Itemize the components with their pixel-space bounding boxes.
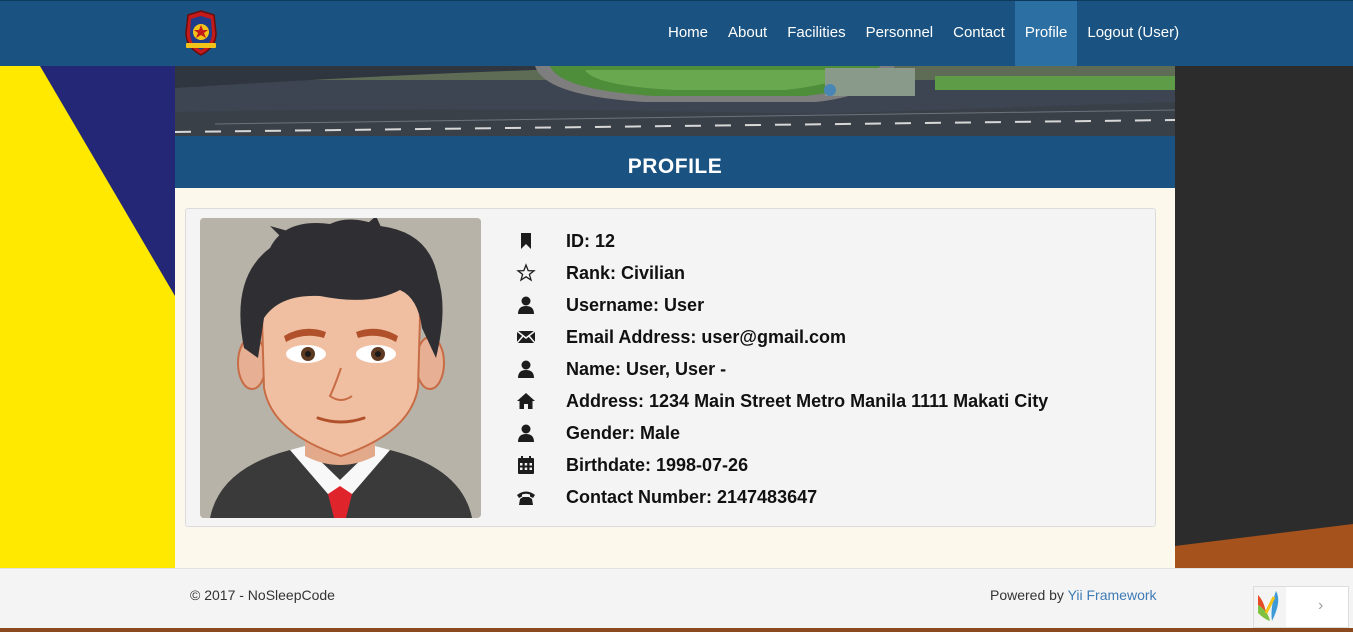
background-dark-panel xyxy=(1175,66,1353,568)
copyright-text: © 2017 - NoSleepCode xyxy=(190,587,335,603)
header-banner-image xyxy=(175,66,1175,136)
yii-debug-toolbar[interactable]: › xyxy=(1253,586,1349,628)
profile-gender: Gender: Male xyxy=(566,422,681,443)
user-icon xyxy=(516,359,566,379)
nav-home[interactable]: Home xyxy=(658,1,718,67)
profile-details-list: ID: 12 Rank: Civilian Username: User Ema… xyxy=(516,225,1048,513)
profile-username: Username: User xyxy=(566,294,705,315)
page-title: PROFILE xyxy=(175,136,1175,188)
site-logo[interactable] xyxy=(182,9,220,57)
avatar-illustration xyxy=(200,218,481,518)
calendar-icon xyxy=(516,455,566,475)
profile-field-username: Username: User xyxy=(516,289,1048,321)
nav-about[interactable]: About xyxy=(718,1,777,67)
profile-content: ID: 12 Rank: Civilian Username: User Ema… xyxy=(175,188,1175,568)
envelope-icon xyxy=(516,327,566,347)
yii-logo-icon xyxy=(1254,587,1286,627)
nav-profile[interactable]: Profile xyxy=(1014,1,1078,67)
profile-rank: Rank: Civilian xyxy=(566,262,686,283)
profile-card: ID: 12 Rank: Civilian Username: User Ema… xyxy=(185,208,1156,527)
nav-personnel[interactable]: Personnel xyxy=(856,1,944,67)
home-icon xyxy=(516,391,566,411)
profile-field-birthdate: Birthdate: 1998-07-26 xyxy=(516,449,1048,481)
profile-field-rank: Rank: Civilian xyxy=(516,257,1048,289)
profile-address: Address: 1234 Main Street Metro Manila 1… xyxy=(566,390,1049,411)
chevron-right-icon[interactable]: › xyxy=(1318,597,1323,615)
main-nav: Home About Facilities Personnel Contact … xyxy=(658,1,1189,67)
bottom-accent-line xyxy=(0,628,1353,632)
nav-logout[interactable]: Logout (User) xyxy=(1077,1,1189,67)
campus-road-image xyxy=(175,66,1175,136)
profile-field-address: Address: 1234 Main Street Metro Manila 1… xyxy=(516,385,1048,417)
powered-by: Powered by Yii Framework xyxy=(990,587,1157,603)
top-navbar: Home About Facilities Personnel Contact … xyxy=(0,0,1353,67)
profile-avatar xyxy=(200,218,481,518)
profile-field-name: Name: User, User - xyxy=(516,353,1048,385)
profile-field-id: ID: 12 xyxy=(516,225,1048,257)
profile-field-contact: Contact Number: 2147483647 xyxy=(516,481,1048,513)
bookmark-icon xyxy=(516,231,566,251)
user-icon xyxy=(516,423,566,443)
star-icon xyxy=(516,263,566,283)
police-seal-icon xyxy=(185,10,217,56)
phone-icon xyxy=(516,487,566,507)
yii-framework-link[interactable]: Yii Framework xyxy=(1068,587,1157,603)
powered-by-label: Powered by xyxy=(990,587,1068,603)
profile-field-gender: Gender: Male xyxy=(516,417,1048,449)
profile-name: Name: User, User - xyxy=(566,358,727,379)
nav-contact[interactable]: Contact xyxy=(943,1,1015,67)
profile-birthdate: Birthdate: 1998-07-26 xyxy=(566,454,749,475)
profile-contact-number: Contact Number: 2147483647 xyxy=(566,486,818,507)
user-icon xyxy=(516,295,566,315)
profile-id: ID: 12 xyxy=(566,230,616,251)
page-footer: © 2017 - NoSleepCode Powered by Yii Fram… xyxy=(0,568,1353,628)
nav-facilities[interactable]: Facilities xyxy=(777,1,855,67)
profile-email: Email Address: user@gmail.com xyxy=(566,326,846,347)
profile-field-email: Email Address: user@gmail.com xyxy=(516,321,1048,353)
